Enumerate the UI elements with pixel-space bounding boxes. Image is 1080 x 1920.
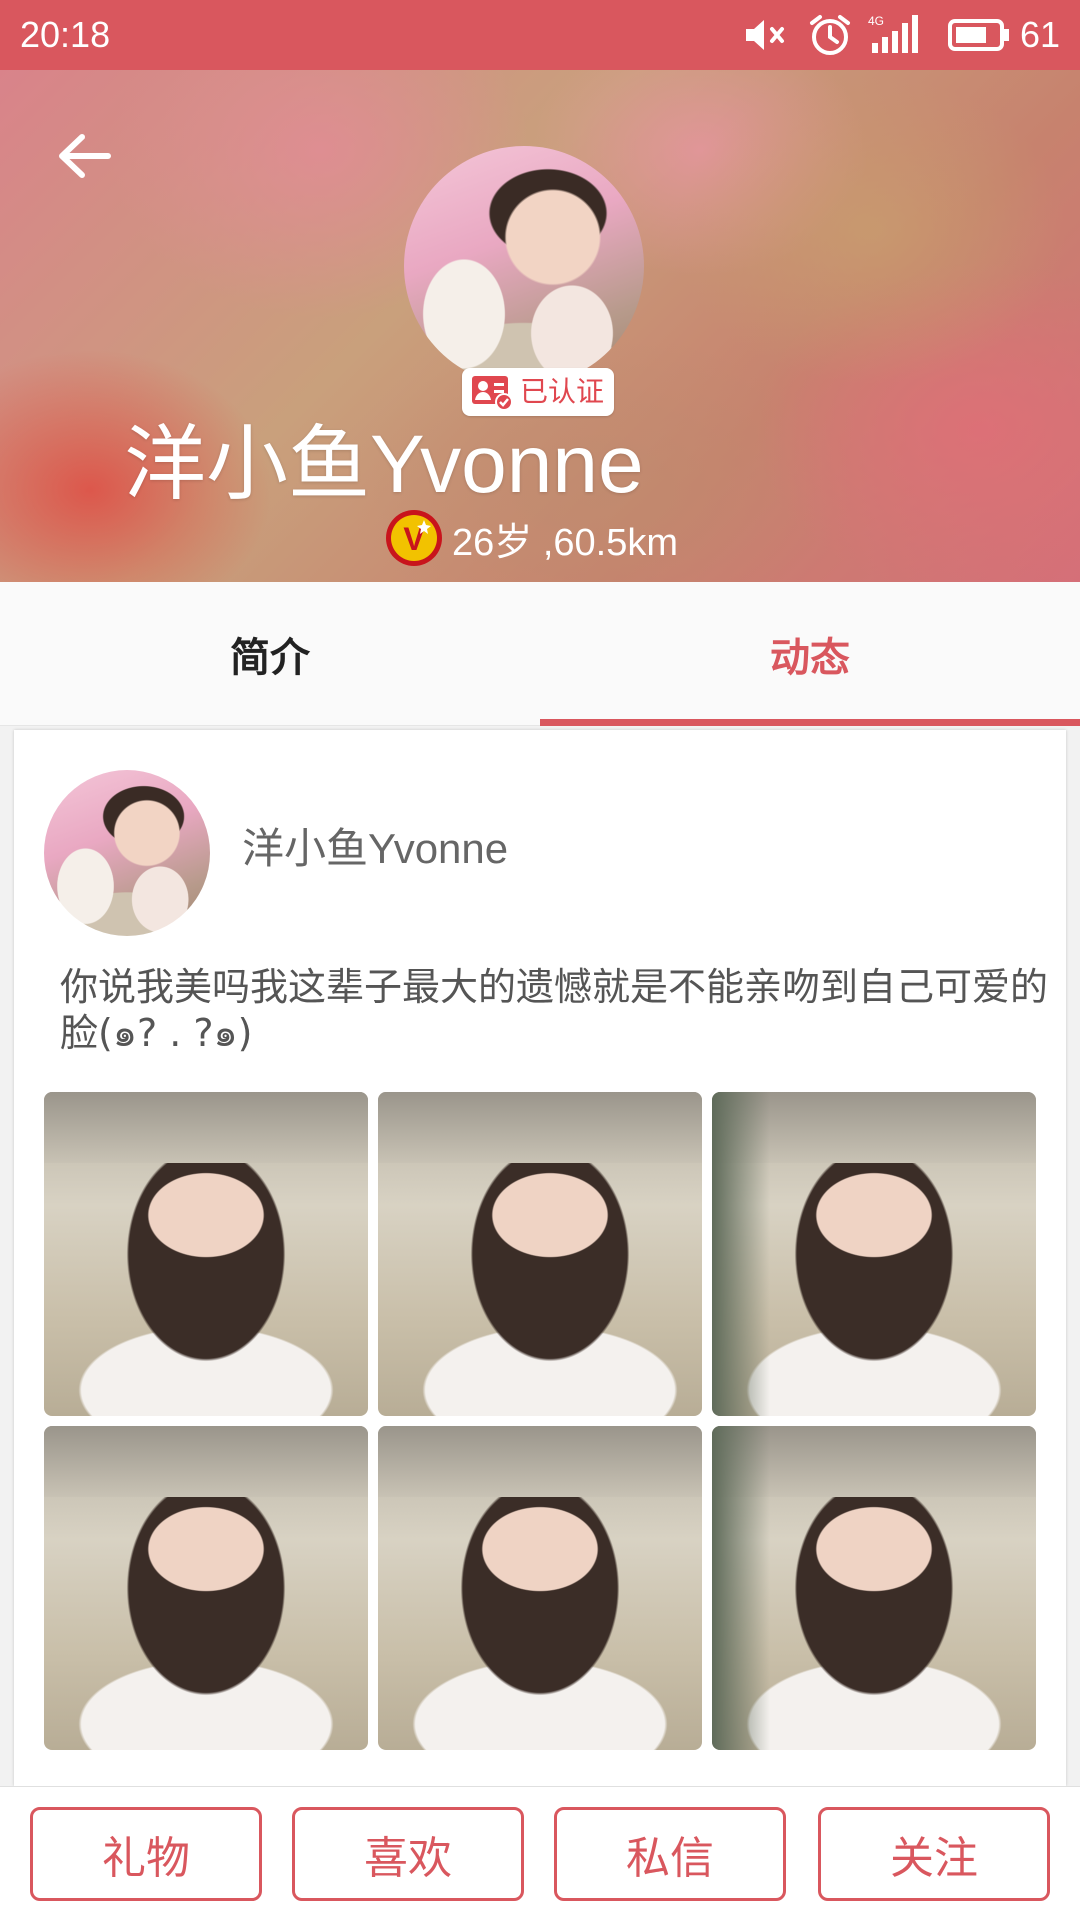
mute-icon [745, 20, 784, 50]
tab-intro[interactable]: 简介 [0, 582, 540, 725]
profile-avatar[interactable] [404, 146, 644, 386]
profile-header: 已认证 洋小鱼Yvonne V 26岁 ,60.5km [0, 70, 1080, 582]
arrow-left-icon [59, 134, 111, 178]
message-button[interactable]: 私信 [554, 1807, 786, 1901]
post-photo[interactable] [378, 1426, 702, 1750]
feed-post: 洋小鱼Yvonne 你说我美吗我这辈子最大的遗憾就是不能亲吻到自己可爱的脸(๑?… [14, 730, 1066, 1786]
tab-intro-label: 简介 [230, 634, 310, 681]
tab-feed-label: 动态 [770, 634, 850, 681]
back-button[interactable] [48, 120, 120, 192]
post-photo-grid [44, 1092, 1036, 1752]
post-author-name[interactable]: 洋小鱼Yvonne [242, 814, 508, 884]
id-card-icon [472, 376, 513, 411]
signal-icon: 4G [868, 14, 918, 53]
status-bar: 20:18 4G 61 [0, 0, 1080, 70]
profile-tabs: 简介 动态 [0, 582, 1080, 726]
verified-label: 已认证 [520, 375, 605, 408]
vip-badge-icon: V [386, 510, 442, 566]
post-photo[interactable] [712, 1426, 1036, 1750]
action-bar: 礼物 喜欢 私信 关注 [0, 1786, 1080, 1920]
active-tab-indicator [540, 719, 1080, 726]
status-icons: 4G 61 [744, 10, 1060, 60]
status-time: 20:18 [20, 14, 111, 55]
post-photo[interactable] [44, 1426, 368, 1750]
age-distance: 26岁 ,60.5km [452, 521, 678, 564]
follow-button[interactable]: 关注 [818, 1807, 1050, 1901]
profile-name: 洋小鱼Yvonne [124, 419, 644, 510]
gift-button[interactable]: 礼物 [30, 1807, 262, 1901]
post-photo[interactable] [712, 1092, 1036, 1416]
post-photo[interactable] [44, 1092, 368, 1416]
like-button[interactable]: 喜欢 [292, 1807, 524, 1901]
feed-list[interactable]: 洋小鱼Yvonne 你说我美吗我这辈子最大的遗憾就是不能亲吻到自己可爱的脸(๑?… [0, 726, 1080, 1786]
network-type: 4G [868, 14, 884, 28]
post-text: 你说我美吗我这辈子最大的遗憾就是不能亲吻到自己可爱的脸(๑? . ?๑) [60, 965, 1049, 1055]
alarm-icon [809, 15, 850, 55]
battery-level: 61 [1019, 14, 1060, 55]
post-author-avatar[interactable] [44, 770, 210, 936]
verified-badge: 已认证 [462, 368, 614, 416]
tab-feed[interactable]: 动态 [540, 582, 1080, 726]
post-photo[interactable] [378, 1092, 702, 1416]
profile-meta: V 26岁 ,60.5km [384, 508, 678, 568]
battery-icon [947, 19, 1009, 51]
